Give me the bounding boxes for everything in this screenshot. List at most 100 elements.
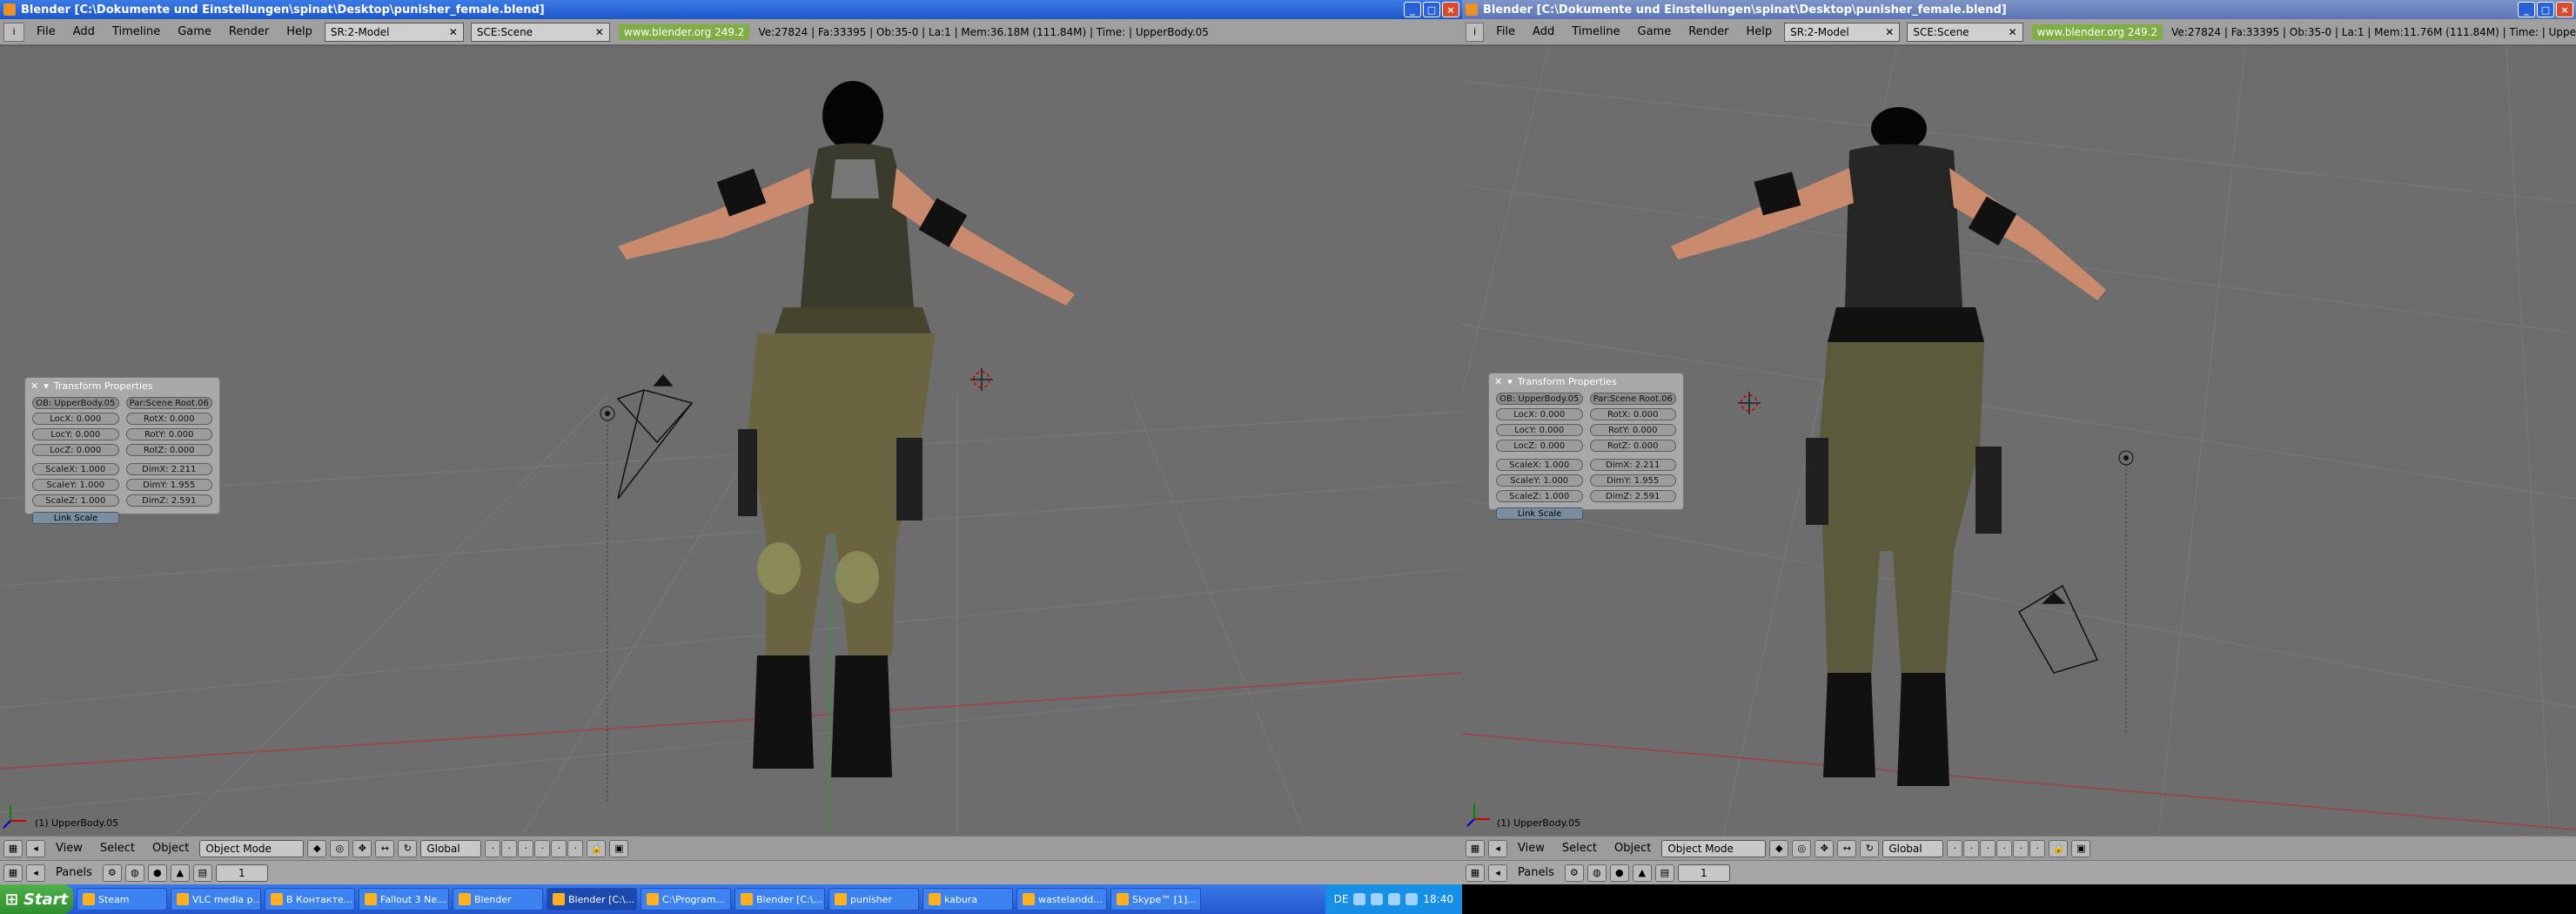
dimz-field[interactable]: DimZ: 2.591 <box>1589 490 1676 502</box>
title-bar-right[interactable]: Blender [C:\Dokumente und Einstellungen\… <box>1462 0 2576 19</box>
tray-icon[interactable] <box>1371 893 1384 905</box>
blender-version-link[interactable]: www.blender.org 249.2 <box>618 24 750 40</box>
3d-viewport-right[interactable]: ✕ ▾ Transform Properties OB: UpperBody.0… <box>1462 46 2576 836</box>
scaley-field[interactable]: ScaleY: 1.000 <box>1496 474 1583 487</box>
taskbar-item[interactable]: C:\Program... <box>641 888 731 911</box>
menu-game[interactable]: Game <box>169 25 220 38</box>
scalex-field[interactable]: ScaleX: 1.000 <box>1496 459 1583 471</box>
maximize-icon[interactable]: □ <box>1423 2 1440 17</box>
tray-icon[interactable] <box>1405 893 1419 905</box>
locy-field[interactable]: LocY: 0.000 <box>1496 424 1583 436</box>
dimy-field[interactable]: DimY: 1.955 <box>125 479 212 491</box>
rotate-icon[interactable]: ↻ <box>1860 839 1880 857</box>
editor-type-icon-2[interactable]: ▦ <box>1466 864 1485 882</box>
editor-type-icon[interactable]: ▦ <box>1466 839 1485 857</box>
menu-render[interactable]: Render <box>1680 25 1737 38</box>
menu-help[interactable]: Help <box>278 25 321 38</box>
transform-manipulator-icon[interactable]: ✥ <box>1815 839 1835 857</box>
locz-field[interactable]: LocZ: 0.000 <box>1496 440 1583 452</box>
taskbar-item[interactable]: Blender [C:\... <box>735 888 825 911</box>
blender-version-link[interactable]: www.blender.org 249.2 <box>2031 24 2163 40</box>
locx-field[interactable]: LocX: 0.000 <box>32 413 119 425</box>
lock-icon[interactable]: 🔒 <box>2049 839 2069 857</box>
menu-timeline[interactable]: Timeline <box>1563 25 1628 38</box>
taskbar-item[interactable]: Blender <box>453 888 543 911</box>
draw-type-icon[interactable]: ◆ <box>1769 839 1789 857</box>
orientation-selector[interactable]: Global <box>1882 839 1944 857</box>
menu-help[interactable]: Help <box>1737 25 1781 38</box>
delete-screen-icon[interactable]: ✕ <box>449 26 458 38</box>
rotate-icon[interactable]: ↻ <box>398 839 418 857</box>
translate-icon[interactable]: ↔ <box>1837 839 1857 857</box>
pivot-icon[interactable]: ◎ <box>330 839 350 857</box>
title-bar-left[interactable]: Blender [C:\Dokumente und Einstellungen\… <box>0 0 1462 19</box>
screen-selector[interactable]: SR:2-Model ✕ <box>1784 22 1901 42</box>
collapse-header-icon-2[interactable]: ◂ <box>26 864 45 882</box>
scene-selector[interactable]: SCE:Scene ✕ <box>1907 22 2023 42</box>
menu-render[interactable]: Render <box>220 25 278 38</box>
layer-buttons[interactable]: · · · · · · <box>1947 839 2046 857</box>
render-icon[interactable]: ▣ <box>2071 839 2091 857</box>
close-panel-icon[interactable]: ✕ <box>1494 376 1502 387</box>
transform-manipulator-icon[interactable]: ✥ <box>352 839 372 857</box>
rotz-field[interactable]: RotZ: 0.000 <box>1589 440 1676 452</box>
object-name-field[interactable]: OB: UpperBody.05 <box>32 397 119 409</box>
orientation-selector[interactable]: Global <box>420 839 482 857</box>
clock[interactable]: 18:40 <box>1423 893 1453 905</box>
menu-select[interactable]: Select <box>93 842 142 855</box>
panel-header[interactable]: ✕ ▾ Transform Properties <box>25 378 219 393</box>
editing-icon[interactable]: ▤ <box>192 864 212 882</box>
menu-game[interactable]: Game <box>1629 25 1680 38</box>
screen-selector[interactable]: SR:2-Model ✕ <box>324 22 464 42</box>
locx-field[interactable]: LocX: 0.000 <box>1496 408 1583 420</box>
maximize-icon[interactable]: □ <box>2537 2 2554 17</box>
menu-file[interactable]: File <box>28 25 64 38</box>
script-icon[interactable]: ◍ <box>124 864 144 882</box>
scene-selector[interactable]: SCE:Scene ✕ <box>470 22 610 42</box>
minimize-icon[interactable]: _ <box>1404 2 1421 17</box>
window-type-icon[interactable]: i <box>1466 22 1485 42</box>
menu-view[interactable]: View <box>1511 842 1552 855</box>
scaley-field[interactable]: ScaleY: 1.000 <box>32 479 119 491</box>
start-button[interactable]: ⊞ Start <box>0 884 73 914</box>
editor-type-icon-2[interactable]: ▦ <box>3 864 23 882</box>
scalex-field[interactable]: ScaleX: 1.000 <box>32 463 119 475</box>
panels-menu[interactable]: Panels <box>1511 866 1561 879</box>
taskbar-item[interactable]: punisher <box>828 888 919 911</box>
link-scale-button[interactable]: Link Scale <box>1496 507 1583 520</box>
close-panel-icon[interactable]: ✕ <box>30 380 38 392</box>
collapse-icon[interactable]: ▾ <box>44 380 49 392</box>
tray-icon[interactable] <box>1353 893 1366 905</box>
frame-field[interactable]: 1 <box>1677 864 1730 882</box>
scalez-field[interactable]: ScaleZ: 1.000 <box>32 494 119 507</box>
parent-name-field[interactable]: Par:Scene Root.06 <box>125 397 212 409</box>
menu-object[interactable]: Object <box>145 842 196 855</box>
delete-scene-icon[interactable]: ✕ <box>595 26 604 38</box>
taskbar-item[interactable]: Fallout 3 Ne... <box>359 888 449 911</box>
frame-field[interactable]: 1 <box>215 864 268 882</box>
draw-type-icon[interactable]: ◆ <box>307 839 327 857</box>
tray-icon[interactable] <box>1388 893 1401 905</box>
delete-scene-icon[interactable]: ✕ <box>2009 26 2017 38</box>
taskbar-item[interactable]: Blender [C:\... <box>547 888 637 911</box>
language-indicator[interactable]: DE <box>1334 893 1349 905</box>
render-icon[interactable]: ▣ <box>609 839 629 857</box>
dimz-field[interactable]: DimZ: 2.591 <box>125 494 212 507</box>
pivot-icon[interactable]: ◎ <box>1792 839 1812 857</box>
collapse-header-icon[interactable]: ◂ <box>26 839 45 857</box>
menu-add[interactable]: Add <box>64 25 104 38</box>
window-type-icon[interactable]: i <box>3 22 24 42</box>
menu-add[interactable]: Add <box>1524 25 1563 38</box>
roty-field[interactable]: RotY: 0.000 <box>125 428 212 440</box>
menu-timeline[interactable]: Timeline <box>104 25 169 38</box>
layer-buttons[interactable]: · · · · · · <box>485 839 584 857</box>
delete-screen-icon[interactable]: ✕ <box>1885 26 1894 38</box>
mode-selector[interactable]: Object Mode <box>1661 839 1767 857</box>
lock-icon[interactable]: 🔒 <box>587 839 607 857</box>
menu-select[interactable]: Select <box>1555 842 1604 855</box>
menu-object[interactable]: Object <box>1607 842 1658 855</box>
scalez-field[interactable]: ScaleZ: 1.000 <box>1496 490 1583 502</box>
taskbar-item[interactable]: VLC media p... <box>171 888 261 911</box>
translate-icon[interactable]: ↔ <box>375 839 395 857</box>
collapse-header-icon[interactable]: ◂ <box>1488 839 1507 857</box>
